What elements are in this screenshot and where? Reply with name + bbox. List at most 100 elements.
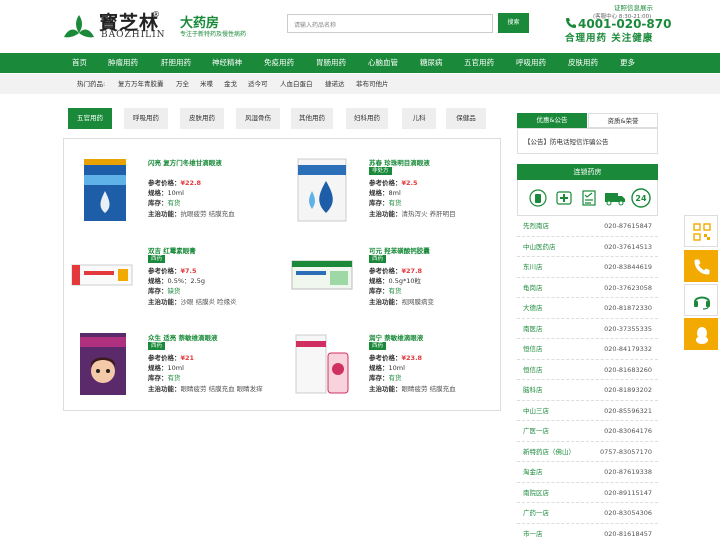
store-name[interactable]: 南院区店 bbox=[523, 483, 549, 503]
spec-label: 规格： bbox=[148, 364, 168, 372]
hot-item[interactable]: 米喋 bbox=[200, 74, 213, 94]
nav-more[interactable]: 更多 bbox=[620, 53, 635, 73]
store-name[interactable]: 南医店 bbox=[523, 319, 543, 339]
product-image[interactable] bbox=[82, 157, 128, 223]
tab-notices[interactable]: 优惠&公告 bbox=[517, 113, 587, 128]
hot-item[interactable]: 金戈 bbox=[224, 74, 237, 94]
store-name[interactable]: 新特药店（佛山） bbox=[523, 442, 575, 462]
nav-respiratory[interactable]: 呼吸用药 bbox=[516, 53, 546, 73]
store-name[interactable]: 恒信店 bbox=[523, 360, 543, 380]
product-image[interactable] bbox=[290, 257, 354, 293]
logo-leaf-icon[interactable] bbox=[62, 13, 96, 39]
store-phone: 020-37355335 bbox=[604, 319, 652, 339]
store-phone: 020-37614513 bbox=[604, 237, 652, 257]
store-name[interactable]: 市一店 bbox=[523, 524, 543, 544]
store-phone: 0757-83057170 bbox=[600, 442, 652, 462]
store-name[interactable]: 淘金店 bbox=[523, 462, 543, 482]
store-row[interactable]: 淘金店020-87619338 bbox=[517, 462, 658, 483]
store-name[interactable]: 先烈南店 bbox=[523, 216, 549, 236]
nav-dermatology[interactable]: 皮肤用药 bbox=[568, 53, 598, 73]
tab-qualifications[interactable]: 资质&荣誉 bbox=[588, 113, 658, 128]
spec-label: 规格： bbox=[369, 364, 389, 372]
nav-liver[interactable]: 肝胆用药 bbox=[161, 53, 191, 73]
nav-oncology[interactable]: 肿瘤用药 bbox=[108, 53, 138, 73]
store-phone: 020-37623058 bbox=[604, 278, 652, 298]
product-grid: 闪亮 复方门冬维甘滴眼液 参考价格：¥22.8 规格：10ml 库存：有货 主治… bbox=[63, 138, 501, 411]
qr-code-button[interactable] bbox=[684, 215, 718, 247]
tab-gynecology[interactable]: 妇科用药 bbox=[346, 108, 388, 129]
product-name[interactable]: 润宁 萘敏维滴眼液 bbox=[369, 332, 423, 342]
hotline-number[interactable]: 4001-020-870 bbox=[578, 17, 671, 31]
notice-item[interactable]: 【公告】防电话短信诈骗公告 bbox=[517, 128, 658, 154]
hot-item[interactable]: 适今可 bbox=[248, 74, 268, 94]
tab-dermatology[interactable]: 皮肤用药 bbox=[180, 108, 224, 129]
product-name[interactable]: 可元 羟苯磺酸钙胶囊 bbox=[369, 245, 430, 255]
store-row[interactable]: 广医一店020-83064176 bbox=[517, 421, 658, 442]
tab-health[interactable]: 保健品 bbox=[446, 108, 486, 129]
store-name[interactable]: 脑科店 bbox=[523, 380, 543, 400]
product-name[interactable]: 众生 适亮 萘敏维滴眼液 bbox=[148, 332, 218, 342]
store-name[interactable]: 广药一店 bbox=[523, 503, 549, 523]
store-row[interactable]: 恒信店020-84179332 bbox=[517, 339, 658, 360]
spec-label: 规格： bbox=[369, 277, 389, 285]
stock-label: 库存： bbox=[369, 199, 389, 207]
phone-icon bbox=[693, 258, 711, 276]
store-name[interactable]: 大德店 bbox=[523, 298, 543, 318]
store-name[interactable]: 龟岗店 bbox=[523, 278, 543, 298]
store-row[interactable]: 脑科店020-81893202 bbox=[517, 380, 658, 401]
search-input[interactable]: 请输入药品名称 bbox=[287, 14, 493, 33]
nav-neuro[interactable]: 神经精神 bbox=[212, 53, 242, 73]
search-button[interactable]: 搜索 bbox=[498, 13, 529, 33]
price-label: 参考价格： bbox=[369, 354, 402, 362]
store-row[interactable]: 南院区店020-89115147 bbox=[517, 483, 658, 504]
qq-chat-button[interactable] bbox=[684, 318, 718, 350]
hot-item[interactable]: 万全 bbox=[176, 74, 189, 94]
store-row[interactable]: 南医店 020-37355335 bbox=[517, 319, 658, 340]
product-image[interactable] bbox=[78, 331, 128, 397]
store-row[interactable]: 龟岗店 020-37623058 bbox=[517, 278, 658, 299]
qq-penguin-icon bbox=[694, 325, 710, 345]
nav-immune[interactable]: 免疫用药 bbox=[264, 53, 294, 73]
tab-respiratory[interactable]: 呼吸用药 bbox=[124, 108, 168, 129]
product-name[interactable]: 闪亮 复方门冬维甘滴眼液 bbox=[148, 157, 222, 167]
store-row[interactable]: 先烈南店020-87615847 bbox=[517, 216, 658, 237]
product-image[interactable] bbox=[292, 157, 352, 223]
hot-item[interactable]: 复方万年青胶囊 bbox=[118, 74, 164, 94]
product-name[interactable]: 双吉 红霉素眼膏 bbox=[148, 245, 196, 255]
tab-other[interactable]: 其他用药 bbox=[291, 108, 333, 129]
nav-home[interactable]: 首页 bbox=[72, 53, 87, 73]
store-row[interactable]: 中山三店020-85596321 bbox=[517, 401, 658, 422]
tab-pediatrics[interactable]: 儿科 bbox=[402, 108, 436, 129]
product-indication: 视网膜病变 bbox=[402, 298, 435, 306]
store-row[interactable]: 市一店020-81618457 bbox=[517, 524, 658, 544]
store-phone: 020-83054306 bbox=[604, 503, 652, 523]
tab-ent[interactable]: 五官用药 bbox=[68, 108, 112, 129]
store-name[interactable]: 恒信店 bbox=[523, 339, 543, 359]
store-name[interactable]: 东川店 bbox=[523, 257, 543, 277]
hot-item[interactable]: 捷诺达 bbox=[325, 74, 345, 94]
store-row[interactable]: 新特药店（佛山） 0757-83057170 bbox=[517, 442, 658, 463]
phone-call-button[interactable] bbox=[684, 250, 718, 282]
product-name[interactable]: 苏春 珍珠明目滴眼液 bbox=[369, 157, 430, 167]
nav-ent[interactable]: 五官用药 bbox=[464, 53, 494, 73]
hot-item[interactable]: 菲布司他片 bbox=[356, 74, 389, 94]
store-name[interactable]: 中山三店 bbox=[523, 401, 549, 421]
license-info-link[interactable]: 证照信息展示 bbox=[614, 2, 653, 12]
store-row[interactable]: 东川店020-83844619 bbox=[517, 257, 658, 278]
price-label: 参考价格： bbox=[148, 354, 181, 362]
tab-rheumatology[interactable]: 风湿骨伤 bbox=[236, 108, 280, 129]
store-row[interactable]: 大德店020-81872330 bbox=[517, 298, 658, 319]
product-image[interactable] bbox=[70, 259, 134, 289]
store-row[interactable]: 恒信店020-81683260 bbox=[517, 360, 658, 381]
nav-diabetes[interactable]: 糖尿病 bbox=[420, 53, 443, 73]
nav-cardio[interactable]: 心脑血管 bbox=[368, 53, 398, 73]
store-name[interactable]: 中山医药店 bbox=[523, 237, 556, 257]
store-row[interactable]: 中山医药店 020-37614513 bbox=[517, 237, 658, 258]
store-row[interactable]: 广药一店 020-83054306 bbox=[517, 503, 658, 524]
customer-service-button[interactable] bbox=[684, 284, 718, 316]
product-image[interactable] bbox=[292, 331, 352, 397]
store-name[interactable]: 广医一店 bbox=[523, 421, 549, 441]
hot-item[interactable]: 人血白蛋白 bbox=[280, 74, 313, 94]
product-spec: 0.5g*10粒 bbox=[389, 277, 421, 285]
nav-gastro[interactable]: 胃肠用药 bbox=[316, 53, 346, 73]
